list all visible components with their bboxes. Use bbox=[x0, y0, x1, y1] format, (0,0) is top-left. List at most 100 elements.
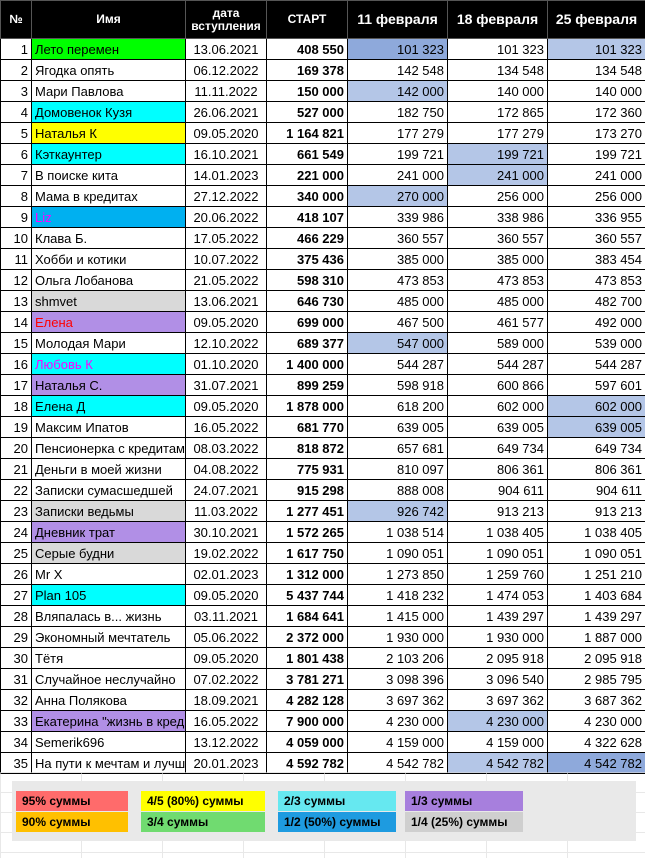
join-date[interactable]: 04.08.2022 bbox=[185, 458, 267, 480]
start-amount[interactable]: 408 550 bbox=[266, 38, 348, 60]
value-feb-25[interactable]: 3 687 362 bbox=[547, 689, 645, 711]
value-feb-11[interactable]: 360 557 bbox=[347, 227, 448, 249]
row-number[interactable]: 24 bbox=[0, 521, 32, 543]
row-number[interactable]: 6 bbox=[0, 143, 32, 165]
value-feb-11[interactable]: 1 090 051 bbox=[347, 542, 448, 564]
join-date[interactable]: 13.12.2022 bbox=[185, 731, 267, 753]
participant-name[interactable]: Екатерина "жизнь в кредит" bbox=[31, 710, 186, 732]
start-amount[interactable]: 375 436 bbox=[266, 248, 348, 270]
join-date[interactable]: 13.06.2021 bbox=[185, 38, 267, 60]
value-feb-11[interactable]: 1 038 514 bbox=[347, 521, 448, 543]
join-date[interactable]: 08.03.2022 bbox=[185, 437, 267, 459]
participant-name[interactable]: Дневник трат bbox=[31, 521, 186, 543]
value-feb-11[interactable]: 2 103 206 bbox=[347, 647, 448, 669]
col-header-number[interactable]: № bbox=[0, 0, 32, 39]
join-date[interactable]: 09.05.2020 bbox=[185, 584, 267, 606]
row-number[interactable]: 32 bbox=[0, 689, 32, 711]
value-feb-25[interactable]: 597 601 bbox=[547, 374, 645, 396]
value-feb-11[interactable]: 4 159 000 bbox=[347, 731, 448, 753]
value-feb-25[interactable]: 544 287 bbox=[547, 353, 645, 375]
value-feb-18[interactable]: 134 548 bbox=[447, 59, 548, 81]
participant-name[interactable]: Кэткаунтер bbox=[31, 143, 186, 165]
value-feb-18[interactable]: 639 005 bbox=[447, 416, 548, 438]
join-date[interactable]: 03.11.2021 bbox=[185, 605, 267, 627]
value-feb-25[interactable]: 904 611 bbox=[547, 479, 645, 501]
value-feb-11[interactable]: 598 918 bbox=[347, 374, 448, 396]
value-feb-18[interactable]: 473 853 bbox=[447, 269, 548, 291]
value-feb-25[interactable]: 199 721 bbox=[547, 143, 645, 165]
value-feb-25[interactable]: 492 000 bbox=[547, 311, 645, 333]
value-feb-25[interactable]: 140 000 bbox=[547, 80, 645, 102]
col-header-name[interactable]: Имя bbox=[31, 0, 186, 39]
row-number[interactable]: 34 bbox=[0, 731, 32, 753]
start-amount[interactable]: 1 617 750 bbox=[266, 542, 348, 564]
join-date[interactable]: 14.01.2023 bbox=[185, 164, 267, 186]
participant-name[interactable]: Записки сумасшедшей bbox=[31, 479, 186, 501]
participant-name[interactable]: Анна Полякова bbox=[31, 689, 186, 711]
value-feb-18[interactable]: 241 000 bbox=[447, 164, 548, 186]
value-feb-18[interactable]: 385 000 bbox=[447, 248, 548, 270]
start-amount[interactable]: 1 684 641 bbox=[266, 605, 348, 627]
join-date[interactable]: 12.10.2022 bbox=[185, 332, 267, 354]
value-feb-11[interactable]: 339 986 bbox=[347, 206, 448, 228]
value-feb-18[interactable]: 1 474 053 bbox=[447, 584, 548, 606]
value-feb-11[interactable]: 3 697 362 bbox=[347, 689, 448, 711]
value-feb-25[interactable]: 4 322 628 bbox=[547, 731, 645, 753]
value-feb-11[interactable]: 270 000 bbox=[347, 185, 448, 207]
value-feb-25[interactable]: 913 213 bbox=[547, 500, 645, 522]
row-number[interactable]: 12 bbox=[0, 269, 32, 291]
participant-name[interactable]: Максим Ипатов bbox=[31, 416, 186, 438]
value-feb-25[interactable]: 173 270 bbox=[547, 122, 645, 144]
join-date[interactable]: 27.12.2022 bbox=[185, 185, 267, 207]
value-feb-18[interactable]: 904 611 bbox=[447, 479, 548, 501]
value-feb-25[interactable]: 383 454 bbox=[547, 248, 645, 270]
value-feb-11[interactable]: 101 323 bbox=[347, 38, 448, 60]
value-feb-25[interactable]: 1 090 051 bbox=[547, 542, 645, 564]
join-date[interactable]: 13.06.2021 bbox=[185, 290, 267, 312]
value-feb-25[interactable]: 649 734 bbox=[547, 437, 645, 459]
join-date[interactable]: 16.10.2021 bbox=[185, 143, 267, 165]
row-number[interactable]: 27 bbox=[0, 584, 32, 606]
value-feb-25[interactable]: 2 095 918 bbox=[547, 647, 645, 669]
value-feb-18[interactable]: 600 866 bbox=[447, 374, 548, 396]
participant-name[interactable]: Записки ведьмы bbox=[31, 500, 186, 522]
value-feb-18[interactable]: 1 439 297 bbox=[447, 605, 548, 627]
participant-name[interactable]: Молодая Мари bbox=[31, 332, 186, 354]
value-feb-25[interactable]: 1 887 000 bbox=[547, 626, 645, 648]
start-amount[interactable]: 915 298 bbox=[266, 479, 348, 501]
value-feb-11[interactable]: 547 000 bbox=[347, 332, 448, 354]
value-feb-11[interactable]: 182 750 bbox=[347, 101, 448, 123]
row-number[interactable]: 35 bbox=[0, 752, 32, 774]
participant-name[interactable]: Мари Павлова bbox=[31, 80, 186, 102]
participant-name[interactable]: Деньги в моей жизни bbox=[31, 458, 186, 480]
participant-name[interactable]: Наталья К bbox=[31, 122, 186, 144]
participant-name[interactable]: Лето перемен bbox=[31, 38, 186, 60]
value-feb-18[interactable]: 4 159 000 bbox=[447, 731, 548, 753]
row-number[interactable]: 30 bbox=[0, 647, 32, 669]
row-number[interactable]: 14 bbox=[0, 311, 32, 333]
participant-name[interactable]: Елена bbox=[31, 311, 186, 333]
participant-name[interactable]: Елена Д bbox=[31, 395, 186, 417]
start-amount[interactable]: 3 781 271 bbox=[266, 668, 348, 690]
join-date[interactable]: 09.05.2020 bbox=[185, 122, 267, 144]
value-feb-25[interactable]: 473 853 bbox=[547, 269, 645, 291]
row-number[interactable]: 11 bbox=[0, 248, 32, 270]
start-amount[interactable]: 527 000 bbox=[266, 101, 348, 123]
participant-name[interactable]: Наталья С. bbox=[31, 374, 186, 396]
value-feb-11[interactable]: 4 230 000 bbox=[347, 710, 448, 732]
value-feb-11[interactable]: 1 415 000 bbox=[347, 605, 448, 627]
participant-name[interactable]: Хобби и котики bbox=[31, 248, 186, 270]
join-date[interactable]: 06.12.2022 bbox=[185, 59, 267, 81]
value-feb-11[interactable]: 385 000 bbox=[347, 248, 448, 270]
start-amount[interactable]: 699 000 bbox=[266, 311, 348, 333]
participant-name[interactable]: shmvet bbox=[31, 290, 186, 312]
join-date[interactable]: 09.05.2020 bbox=[185, 311, 267, 333]
value-feb-25[interactable]: 4 230 000 bbox=[547, 710, 645, 732]
start-amount[interactable]: 5 437 744 bbox=[266, 584, 348, 606]
value-feb-11[interactable]: 1 273 850 bbox=[347, 563, 448, 585]
start-amount[interactable]: 899 259 bbox=[266, 374, 348, 396]
value-feb-25[interactable]: 360 557 bbox=[547, 227, 645, 249]
value-feb-18[interactable]: 913 213 bbox=[447, 500, 548, 522]
col-header-feb-25[interactable]: 25 февраля bbox=[547, 0, 645, 39]
participant-name[interactable]: Тётя bbox=[31, 647, 186, 669]
